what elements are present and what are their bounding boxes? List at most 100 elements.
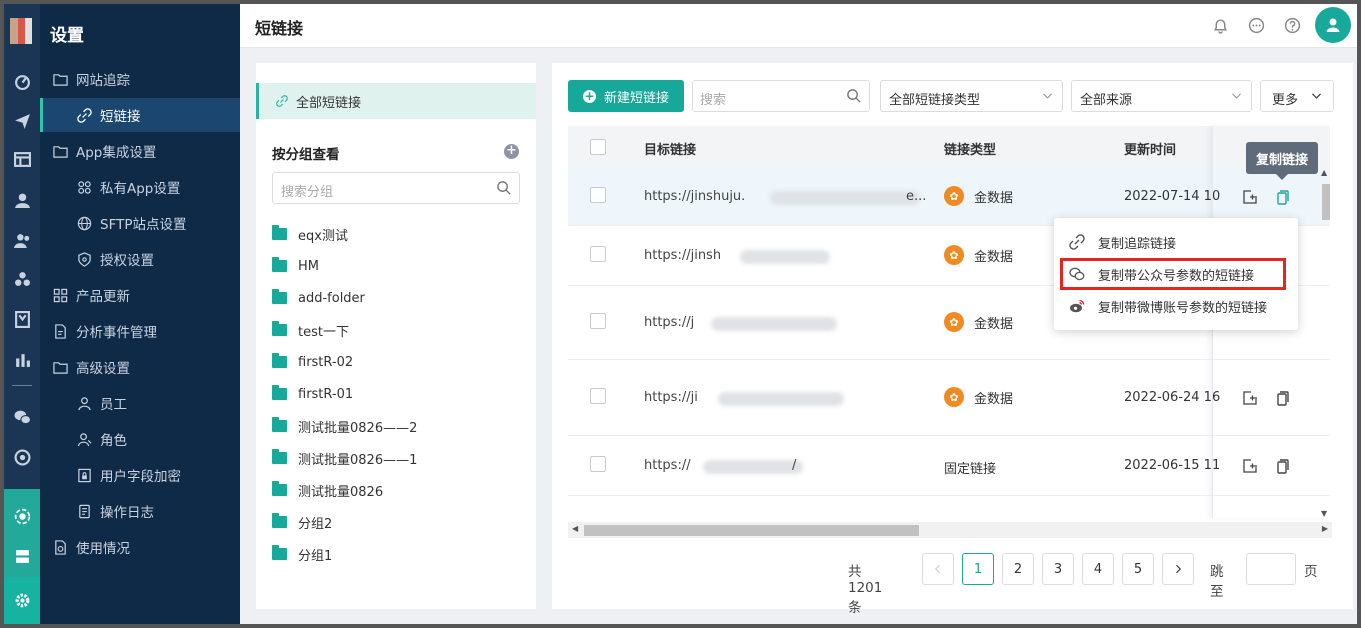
help-icon[interactable] xyxy=(1282,15,1302,35)
group-item[interactable]: 分组1 xyxy=(272,544,332,564)
sidebar-item[interactable]: 短链接 xyxy=(40,98,240,132)
new-short-link-button[interactable]: + 新建短链接 xyxy=(568,80,684,112)
source-select[interactable]: 全部来源 xyxy=(1071,80,1252,112)
prev-page-button[interactable] xyxy=(922,553,954,585)
sidebar-item[interactable]: 网站追踪 xyxy=(40,62,240,96)
bookmark-icon[interactable] xyxy=(11,308,33,330)
folder-icon xyxy=(272,257,287,272)
copy-menu-item[interactable]: 复制带微博账号参数的短链接 xyxy=(1054,290,1298,322)
column-target-link: 目标链接 xyxy=(644,143,697,158)
table-vertical-scrollbar[interactable]: ▲ ▼ xyxy=(1319,168,1331,518)
sidebar-item-label: 分析事件管理 xyxy=(76,325,157,341)
send-icon[interactable] xyxy=(11,110,33,132)
page-button[interactable]: 5 xyxy=(1122,553,1154,585)
group-item[interactable]: test一下 xyxy=(272,320,349,340)
bar-chart-icon[interactable] xyxy=(11,348,33,370)
sidebar-item[interactable]: 角色 xyxy=(40,422,240,456)
link-type-select[interactable]: 全部短链接类型 xyxy=(880,80,1063,112)
new-short-link-label: 新建短链接 xyxy=(603,90,669,106)
page-button[interactable]: 3 xyxy=(1042,553,1074,585)
sidebar-item[interactable]: 私有App设置 xyxy=(40,170,240,204)
group-item[interactable]: firstR-02 xyxy=(272,352,353,372)
select-all-checkbox[interactable] xyxy=(590,139,606,155)
sidebar-item-label: 使用情况 xyxy=(76,541,130,557)
short-links-panel: + 新建短链接 搜索 全部短链接类型 全部来源 更多 目标链接 链接类型 更新时… xyxy=(552,63,1353,616)
all-short-links-item[interactable]: 全部短链接 xyxy=(256,83,536,119)
scroll-left-arrow[interactable]: ◀ xyxy=(572,524,578,533)
gear-icon[interactable] xyxy=(11,589,33,611)
layout-icon[interactable] xyxy=(11,148,33,170)
table-horizontal-scrollbar[interactable]: ◀ ▶ xyxy=(568,522,1332,538)
dashboard-icon[interactable] xyxy=(11,70,33,92)
page-button[interactable]: 4 xyxy=(1082,553,1114,585)
copy-link-menu: 复制追踪链接 复制带公众号参数的短链接 复制带微博账号参数的短链接 xyxy=(1054,218,1298,330)
search-input[interactable]: 搜索 xyxy=(692,80,870,112)
next-page-button[interactable] xyxy=(1162,553,1194,585)
add-group-button[interactable]: + xyxy=(504,144,519,159)
link-type: ✿ 金数据 xyxy=(944,186,1013,206)
more-button[interactable]: 更多 xyxy=(1260,80,1334,112)
all-short-links-label: 全部短链接 xyxy=(296,95,362,111)
redacted-url-part xyxy=(710,317,837,331)
sidebar-item[interactable]: 产品更新 xyxy=(40,278,240,312)
sidebar-item[interactable]: SFTP站点设置 xyxy=(40,206,240,240)
target-icon[interactable] xyxy=(11,446,33,468)
group-item[interactable]: HM xyxy=(272,256,319,276)
sidebar-item[interactable]: 高级设置 xyxy=(40,350,240,384)
group-item[interactable]: 分组2 xyxy=(272,512,332,532)
wechat-icon[interactable] xyxy=(11,406,33,428)
horizontal-scroll-thumb[interactable] xyxy=(584,525,919,536)
scroll-down-arrow[interactable]: ▼ xyxy=(1321,509,1327,518)
search-icon[interactable] xyxy=(846,88,861,107)
group-item[interactable]: 测试批量0826——2 xyxy=(272,416,417,436)
chevron-down-icon xyxy=(1310,89,1323,106)
server-icon[interactable] xyxy=(11,545,33,567)
cluster-icon[interactable] xyxy=(11,268,33,290)
copy-menu-item[interactable]: 复制带公众号参数的短链接 xyxy=(1060,258,1286,290)
row-checkbox[interactable] xyxy=(590,456,606,472)
jump-page-input[interactable] xyxy=(1246,553,1296,585)
search-placeholder: 搜索 xyxy=(700,93,727,108)
sidebar-item[interactable]: 操作日志 xyxy=(40,494,240,528)
sidebar-item[interactable]: 使用情况 xyxy=(40,530,240,564)
group-panel: 全部短链接 按分组查看 + 搜索分组 eqx测试 HM add-folder test… xyxy=(256,63,536,609)
settings-sidebar: 设置 网站追踪 短链接 App集成设置 私有App设置 SFTP站点设置 授权设置 产品更新… xyxy=(40,4,240,624)
bell-icon[interactable] xyxy=(1210,15,1230,35)
sidebar-item[interactable]: 用户字段加密 xyxy=(40,458,240,492)
target-url: https://jinshuju. xyxy=(644,189,746,204)
row-checkbox[interactable] xyxy=(590,313,606,329)
scroll-up-arrow[interactable]: ▲ xyxy=(1321,168,1327,177)
sidebar-item-label: 网站追踪 xyxy=(76,73,130,89)
group-item[interactable]: 测试批量0826——1 xyxy=(272,448,417,468)
group-search-input[interactable]: 搜索分组 xyxy=(272,172,520,204)
page-button[interactable]: 1 xyxy=(962,553,994,585)
copy-menu-item[interactable]: 复制追踪链接 xyxy=(1054,226,1298,258)
log-icon xyxy=(76,503,92,519)
chat-icon[interactable] xyxy=(1246,15,1266,35)
group-item[interactable]: firstR-01 xyxy=(272,384,353,404)
sidebar-item[interactable]: 员工 xyxy=(40,386,240,420)
sidebar-item[interactable]: 授权设置 xyxy=(40,242,240,276)
group-item[interactable]: 测试批量0826 xyxy=(272,480,383,500)
search-icon[interactable] xyxy=(496,180,511,199)
row-checkbox[interactable] xyxy=(590,187,606,203)
sidebar-item[interactable]: 分析事件管理 xyxy=(40,314,240,348)
sidebar-item-label: 高级设置 xyxy=(76,361,130,377)
sidebar-item-label: 短链接 xyxy=(100,109,141,125)
row-checkbox[interactable] xyxy=(590,388,606,404)
icon-rail xyxy=(4,4,40,624)
sidebar-item-label: 授权设置 xyxy=(100,253,154,269)
row-checkbox[interactable] xyxy=(590,246,606,262)
wechat-icon xyxy=(1069,266,1085,282)
sidebar-item[interactable]: App集成设置 xyxy=(40,134,240,168)
network-icon[interactable] xyxy=(11,505,33,527)
vertical-scroll-thumb[interactable] xyxy=(1322,184,1330,220)
scroll-right-arrow[interactable]: ▶ xyxy=(1322,524,1328,533)
user-icon[interactable] xyxy=(11,189,33,211)
group-item[interactable]: eqx测试 xyxy=(272,224,348,244)
group-item[interactable]: add-folder xyxy=(272,288,365,308)
role-icon xyxy=(76,431,92,447)
users-icon[interactable] xyxy=(11,229,33,251)
avatar[interactable] xyxy=(1315,7,1351,43)
page-button[interactable]: 2 xyxy=(1002,553,1034,585)
